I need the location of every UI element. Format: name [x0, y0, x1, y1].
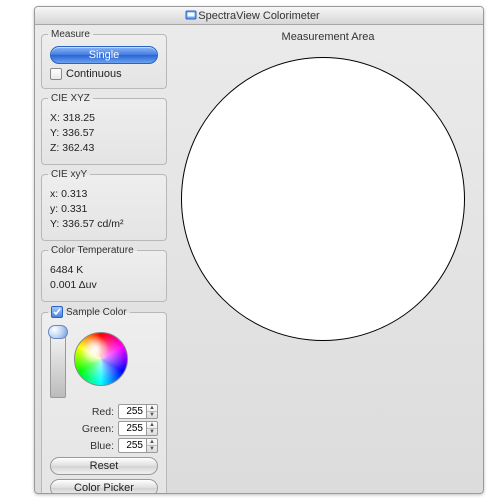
slider-thumb[interactable] — [48, 325, 68, 339]
color-picker-button[interactable]: Color Picker — [50, 479, 158, 494]
blue-input[interactable] — [118, 438, 146, 453]
cie-xyy-sx: x: 0.313 — [50, 187, 158, 201]
cie-xyy-legend: CIE xyY — [48, 169, 90, 180]
measurement-area-panel: Measurement Area — [173, 25, 483, 493]
titlebar[interactable]: SpectraView Colorimeter — [35, 7, 483, 25]
cie-xyz-x: X: 318.25 — [50, 111, 158, 125]
color-wheel[interactable] — [74, 332, 128, 386]
green-step-down[interactable]: ▼ — [147, 429, 157, 435]
blue-stepper[interactable]: ▲▼ — [118, 438, 158, 453]
sample-color-legend: Sample Color — [66, 307, 127, 318]
single-button[interactable]: Single — [50, 46, 158, 64]
color-temp-legend: Color Temperature — [48, 245, 137, 256]
color-temp-kelvin: 6484 K — [50, 263, 158, 277]
continuous-checkbox[interactable] — [50, 68, 62, 80]
rgb-inputs: Red: ▲▼ Green: ▲▼ Blue — [50, 404, 158, 453]
red-step-down[interactable]: ▼ — [147, 412, 157, 418]
red-label: Red: — [76, 406, 114, 418]
reset-button[interactable]: Reset — [50, 457, 158, 475]
continuous-label: Continuous — [66, 68, 122, 80]
measurement-area-label: Measurement Area — [177, 31, 479, 43]
sample-color-legend-row[interactable]: Sample Color — [48, 306, 130, 318]
continuous-row[interactable]: Continuous — [50, 68, 158, 80]
left-panel: Measure Single Continuous CIE XYZ X: 318… — [35, 25, 173, 493]
blue-step-down[interactable]: ▼ — [147, 446, 157, 452]
cie-xyz-z: Z: 362.43 — [50, 141, 158, 155]
colorimeter-window: SpectraView Colorimeter Measure Single C… — [34, 6, 484, 494]
blue-step-up[interactable]: ▲ — [147, 439, 157, 446]
red-stepper[interactable]: ▲▼ — [118, 404, 158, 419]
measure-group: Measure Single Continuous — [41, 29, 167, 89]
red-step-up[interactable]: ▲ — [147, 405, 157, 412]
green-input[interactable] — [118, 421, 146, 436]
color-temp-duv: 0.001 Δuv — [50, 278, 158, 292]
color-temp-group: Color Temperature 6484 K 0.001 Δuv — [41, 245, 167, 302]
content: Measure Single Continuous CIE XYZ X: 318… — [35, 25, 483, 493]
red-input[interactable] — [118, 404, 146, 419]
sample-color-group: Sample Color Red: ▲▼ — [41, 306, 167, 494]
cie-xyy-sy: y: 0.331 — [50, 202, 158, 216]
cie-xyy-Y: Y: 336.57 cd/m² — [50, 217, 158, 231]
measure-legend: Measure — [48, 29, 93, 40]
green-label: Green: — [76, 423, 114, 435]
cie-xyz-legend: CIE XYZ — [48, 93, 93, 104]
cie-xyz-y: Y: 336.57 — [50, 126, 158, 140]
cie-xyy-group: CIE xyY x: 0.313 y: 0.331 Y: 336.57 cd/m… — [41, 169, 167, 241]
brightness-slider[interactable] — [50, 328, 66, 398]
green-step-up[interactable]: ▲ — [147, 422, 157, 429]
blue-label: Blue: — [76, 440, 114, 452]
window-title: SpectraView Colorimeter — [198, 10, 319, 22]
green-stepper[interactable]: ▲▼ — [118, 421, 158, 436]
cie-xyz-group: CIE XYZ X: 318.25 Y: 336.57 Z: 362.43 — [41, 93, 167, 165]
app-icon — [185, 9, 197, 21]
measurement-circle — [181, 57, 465, 341]
sample-color-checkbox[interactable] — [51, 306, 63, 318]
